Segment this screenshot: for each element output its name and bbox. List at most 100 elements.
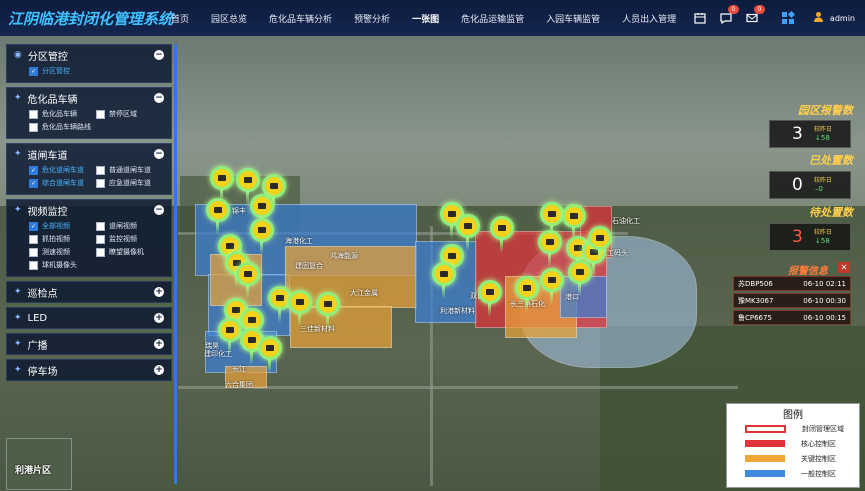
camera-marker[interactable] <box>432 262 456 299</box>
star-icon: ✦ <box>14 93 22 103</box>
collapse-icon[interactable]: − <box>154 50 164 60</box>
calendar-icon[interactable] <box>693 11 707 25</box>
checkbox-lookout-camera[interactable]: 瞭望摄像机 <box>96 247 163 257</box>
nav-item-personnel[interactable]: 人员出入管理 <box>611 12 687 25</box>
legend-row: 一般控制区 <box>727 466 859 481</box>
collapse-icon[interactable]: − <box>154 93 164 103</box>
alert-row[interactable]: 苏DBP506 06-10 02:11 <box>733 276 851 291</box>
camera-marker[interactable] <box>540 202 564 239</box>
alert-row[interactable]: 鲁CP6675 06-10 00:15 <box>733 310 851 325</box>
main-nav: 首页 园区总览 危化品车辆分析 预警分析 一张图 危化品运输监管 入园车辆监管 … <box>160 0 687 36</box>
camera-marker[interactable] <box>250 194 274 231</box>
message-badge: 0 <box>727 5 739 14</box>
camera-marker[interactable] <box>258 336 282 373</box>
checkbox-no-parking-area[interactable]: 禁停区域 <box>96 109 163 119</box>
expand-icon[interactable]: + <box>154 287 164 297</box>
section-header[interactable]: ✦ 视频监控 − <box>7 200 171 220</box>
legend-swatch-key <box>745 455 785 462</box>
camera-marker[interactable] <box>562 204 586 241</box>
checkbox-capture-video[interactable]: 抓拍视频 <box>29 234 96 244</box>
nav-item-hazmat-transport[interactable]: 危化品运输监管 <box>450 12 535 25</box>
checkbox-gate-video[interactable]: 道闸视频 <box>96 221 163 231</box>
camera-marker[interactable] <box>206 198 230 235</box>
map-legend: 图例 封闭管理区域 核心控制区 关键控制区 一般控制区 <box>726 403 860 488</box>
camera-marker[interactable] <box>218 318 242 355</box>
camera-marker[interactable] <box>515 276 539 313</box>
section-header[interactable]: ◉ 分区管控 − <box>7 45 171 65</box>
section-video-monitoring: ✦ 视频监控 − ✓ 全部视频 道闸视频 抓拍视频 监控视频 测速视频 瞭望摄像机… <box>6 199 172 277</box>
camera-marker[interactable] <box>478 280 502 317</box>
section-inspection-points: ✦ 巡检点 + <box>6 281 172 303</box>
stat-delta: –0 <box>815 185 823 193</box>
nav-item-park-overview[interactable]: 园区总览 <box>200 12 258 25</box>
section-header[interactable]: ✦ 道闸车道 − <box>7 144 171 164</box>
checkbox-speed-video[interactable]: 测速视频 <box>29 247 96 257</box>
message-icon[interactable]: 0 <box>719 5 739 25</box>
map-label: 利港新材料 <box>440 307 475 315</box>
camera-marker[interactable] <box>316 292 340 329</box>
nav-item-home[interactable]: 首页 <box>160 12 200 25</box>
camera-marker[interactable] <box>236 262 260 299</box>
legend-row: 关键控制区 <box>727 451 859 466</box>
panel-scrollbar[interactable] <box>174 44 177 484</box>
camera-marker[interactable] <box>490 216 514 253</box>
section-hazmat-vehicles: ✦ 危化品车辆 − 危化品车辆 禁停区域 危化品车辆路线 <box>6 87 172 139</box>
user-name[interactable]: admin <box>830 14 855 23</box>
close-icon[interactable]: ✕ <box>838 262 850 273</box>
stat-delta: ↓58 <box>815 134 830 142</box>
section-header[interactable]: ✦ LED + <box>7 308 171 328</box>
checkbox-monitor-video[interactable]: 监控视频 <box>96 234 163 244</box>
checkbox-zone-control[interactable]: ✓ 分区管控 <box>29 66 163 76</box>
grid-apps-icon[interactable] <box>781 11 795 25</box>
alert-row[interactable]: 豫MK3067 06-10 00:30 <box>733 293 851 308</box>
stat-value: 0 <box>792 175 803 195</box>
collapse-icon[interactable]: − <box>154 149 164 159</box>
nav-item-hazmat-analysis[interactable]: 危化品车辆分析 <box>258 12 343 25</box>
mail-icon[interactable]: 0 <box>745 5 765 25</box>
section-header[interactable]: ✦ 巡检点 + <box>7 282 171 302</box>
checkbox-all-video[interactable]: ✓ 全部视频 <box>29 221 96 231</box>
area-thumbnail[interactable]: 利港片区 <box>6 438 72 490</box>
nav-item-warning-analysis[interactable]: 预警分析 <box>343 12 401 25</box>
legend-row: 封闭管理区域 <box>727 421 859 436</box>
expand-icon[interactable]: + <box>154 313 164 323</box>
camera-marker[interactable] <box>236 168 260 205</box>
layer-panel: ◉ 分区管控 − ✓ 分区管控 ✦ 危化品车辆 − 危化品车辆 禁停区域 危化品车… <box>6 44 172 385</box>
camera-marker[interactable] <box>250 218 274 255</box>
camera-marker[interactable] <box>456 214 480 251</box>
map-label: 石油化工 <box>612 217 640 225</box>
collapse-icon[interactable]: − <box>154 205 164 215</box>
section-header[interactable]: ✦ 停车场 + <box>7 360 171 380</box>
camera-marker[interactable] <box>588 226 612 263</box>
nav-item-one-map[interactable]: 一张图 <box>401 12 450 25</box>
user-icon[interactable] <box>813 11 824 25</box>
section-header[interactable]: ✦ 危化品车辆 − <box>7 88 171 108</box>
map-label: 锦丰 <box>232 207 246 215</box>
star-icon: ✦ <box>14 313 22 323</box>
camera-marker[interactable] <box>568 260 592 297</box>
stat-box-pending: 3 较昨日 ↓58 <box>769 223 851 251</box>
nav-item-vehicle-monitor[interactable]: 入园车辆监管 <box>535 12 611 25</box>
checkbox-combined-gate[interactable]: ✓ 综合道闸车道 <box>29 178 96 188</box>
map-label: 长江 <box>232 365 246 373</box>
checkbox-normal-gate[interactable]: 普通道闸车道 <box>96 165 163 175</box>
star-icon: ✦ <box>14 365 22 375</box>
alert-list: 苏DBP506 06-10 02:11 豫MK3067 06-10 00:30 鲁C… <box>733 276 851 327</box>
expand-icon[interactable]: + <box>154 339 164 349</box>
section-broadcast: ✦ 广播 + <box>6 333 172 355</box>
checkbox-hazmat-gate[interactable]: ✓ 危化道闸车道 <box>29 165 96 175</box>
section-led: ✦ LED + <box>6 307 172 329</box>
section-body: 危化品车辆 禁停区域 危化品车辆路线 <box>7 108 171 138</box>
checkbox-emergency-gate[interactable]: 应急道闸车道 <box>96 178 163 188</box>
checkbox-dome-camera[interactable]: 球机摄像头 <box>29 260 163 270</box>
checkbox-hazmat-vehicle[interactable]: 危化品车辆 <box>29 109 96 119</box>
section-zone-control: ◉ 分区管控 − ✓ 分区管控 <box>6 44 172 83</box>
camera-marker[interactable] <box>210 166 234 203</box>
expand-icon[interactable]: + <box>154 365 164 375</box>
stat-compare-label: 较昨日 <box>814 177 833 184</box>
checkbox-hazmat-route[interactable]: 危化品车辆路线 <box>29 122 163 132</box>
section-header[interactable]: ✦ 广播 + <box>7 334 171 354</box>
camera-marker[interactable] <box>540 268 564 305</box>
section-gate-lanes: ✦ 道闸车道 − ✓ 危化道闸车道 普通道闸车道 ✓ 综合道闸车道 应急道闸车道 <box>6 143 172 195</box>
camera-marker[interactable] <box>288 290 312 327</box>
